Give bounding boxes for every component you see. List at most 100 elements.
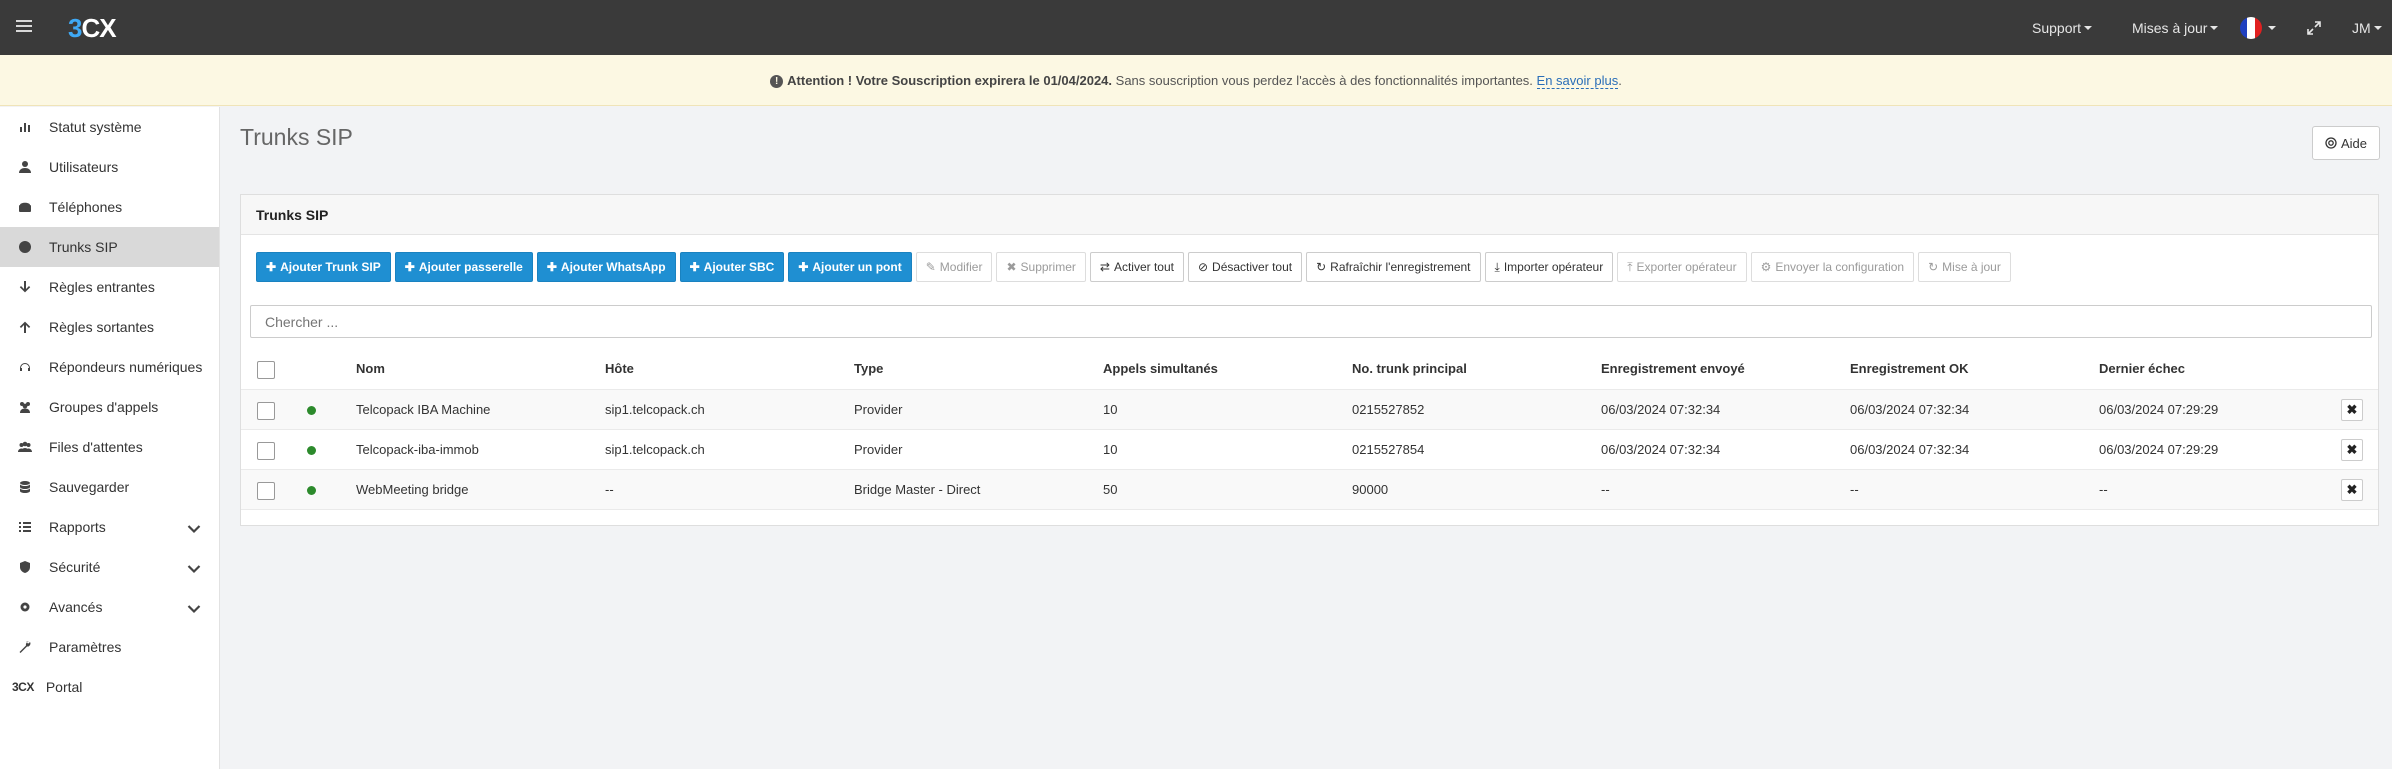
group-icon	[18, 440, 32, 454]
button-mise-a-jour[interactable]: ↻ Mise à jour	[1918, 252, 2011, 282]
table-row[interactable]: WebMeeting bridge -- Bridge Master - Direc…	[241, 470, 2378, 510]
button-ajouter-trunk-sip[interactable]: ✚ Ajouter Trunk SIP	[256, 252, 391, 282]
button-modifier[interactable]: ✎ Modifier	[915, 252, 993, 282]
button-envoyer-la-configuration[interactable]: ⚙ Envoyer la configuration	[1750, 252, 1915, 282]
sidebar-item-label: Paramètres	[49, 639, 122, 655]
sidebar-item-files-d-attentes[interactable]: Files d'attentes	[0, 427, 219, 467]
column-header[interactable]: Appels simultanés	[1103, 349, 1218, 389]
sidebar-item-label: Trunks SIP	[49, 239, 118, 255]
user-menu[interactable]: JM	[2352, 0, 2382, 55]
refresh-icon: ↻	[1316, 260, 1327, 274]
headset-icon	[18, 360, 32, 374]
button-ajouter-un-pont[interactable]: ✚ Ajouter un pont	[788, 252, 912, 282]
button-ajouter-whatsapp[interactable]: ✚ Ajouter WhatsApp	[536, 252, 676, 282]
column-header[interactable]: Dernier échec	[2099, 349, 2185, 389]
sidebar-item-groupes-d-appels[interactable]: Groupes d'appels	[0, 387, 219, 427]
gear-icon	[18, 600, 32, 614]
table-cell: 06/03/2024 07:32:34	[1601, 402, 1721, 417]
caret-down-icon	[2268, 25, 2276, 30]
fullscreen-button[interactable]	[2307, 0, 2321, 55]
brand-logo[interactable]: 3CX	[68, 13, 117, 44]
table-row[interactable]: Telcopack IBA Machine sip1.telcopack.ch Pr…	[241, 390, 2378, 430]
sidebar-item-regles-entrantes[interactable]: Règles entrantes	[0, 267, 219, 307]
sidebar-item-label: Règles sortantes	[49, 319, 155, 335]
button-label: Activer tout	[1113, 260, 1174, 274]
support-label: Support	[2032, 19, 2082, 36]
table-cell: 10	[1103, 442, 1118, 457]
chevron-down-icon	[187, 521, 201, 537]
sidebar-item-telephones[interactable]: Téléphones	[0, 187, 219, 227]
pencil-icon: ✎	[925, 260, 936, 274]
row-checkbox[interactable]	[257, 402, 275, 420]
trunks-panel: Trunks SIP ✚ Ajouter Trunk SIP ✚ Ajouter pa…	[240, 194, 2379, 526]
alert-prefix: Attention ! Votre Souscription expirera …	[787, 73, 1113, 88]
sidebar-item-repondeurs-numeriques[interactable]: Répondeurs numériques	[0, 347, 219, 387]
button-label: Exporter opérateur	[1636, 260, 1737, 274]
sidebar-item-regles-sortantes[interactable]: Règles sortantes	[0, 307, 219, 347]
learn-more-link[interactable]: En savoir plus	[1536, 73, 1619, 89]
table-cell: --	[1850, 482, 1859, 497]
delete-row-icon[interactable]: ✖	[2341, 479, 2363, 501]
menu-icon[interactable]	[16, 20, 32, 34]
table-cell: 50	[1103, 482, 1118, 497]
table-cell: 06/03/2024 07:32:34	[1850, 442, 1970, 457]
button-label: Désactiver tout	[1212, 260, 1293, 274]
sidebar-item-sauvegarder[interactable]: Sauvegarder	[0, 467, 219, 507]
sidebar-item-trunks-sip[interactable]: Trunks SIP	[0, 227, 219, 267]
button-label: Ajouter Trunk SIP	[280, 260, 381, 274]
select-all-checkbox[interactable]	[257, 361, 275, 379]
table-cell: --	[1601, 482, 1610, 497]
ban-icon: ⊘	[1197, 260, 1209, 274]
column-header[interactable]: Hôte	[605, 349, 634, 389]
button-ajouter-sbc[interactable]: ✚ Ajouter SBC	[679, 252, 785, 282]
button-label: Supprimer	[1020, 260, 1076, 274]
sidebar-item-statut-systeme[interactable]: Statut système	[0, 107, 219, 147]
chevron-down-icon	[187, 601, 201, 617]
sidebar-item-securite[interactable]: Sécurité	[0, 547, 219, 587]
sidebar-item-label: Portal	[45, 679, 83, 695]
wrench-icon	[18, 640, 32, 654]
help-button[interactable]: Aide	[2312, 126, 2380, 160]
row-checkbox[interactable]	[257, 442, 275, 460]
table-cell: Provider	[854, 442, 903, 457]
table-header: Nom Hôte Type Appels simultanés No. trunk pr…	[241, 349, 2378, 390]
button-activer-tout[interactable]: ⇄ Activer tout	[1089, 252, 1184, 282]
sidebar-item-avances[interactable]: Avancés	[0, 587, 219, 627]
plus-icon: ✚	[689, 260, 700, 274]
status-dot	[307, 446, 316, 455]
sidebar-item-label: Avancés	[49, 599, 103, 615]
sidebar-item-label: Utilisateurs	[49, 159, 119, 175]
button-label: Modifier	[939, 260, 983, 274]
column-header[interactable]: Enregistrement OK	[1850, 349, 1968, 389]
table-cell: sip1.telcopack.ch	[605, 402, 705, 417]
column-header[interactable]: No. trunk principal	[1352, 349, 1467, 389]
sidebar-item-label: Règles entrantes	[49, 279, 155, 295]
table-cell: Telcopack-iba-immob	[356, 442, 479, 457]
button-rafraichir-l-enregistrement[interactable]: ↻ Rafraîchir l'enregistrement	[1306, 252, 1481, 282]
column-header[interactable]: Enregistrement envoyé	[1601, 349, 1745, 389]
database-icon	[18, 480, 32, 494]
trunks-table: Nom Hôte Type Appels simultanés No. trunk pr…	[241, 349, 2378, 510]
table-row[interactable]: Telcopack-iba-immob sip1.telcopack.ch Prov…	[241, 430, 2378, 470]
table-cell: 90000	[1352, 482, 1389, 497]
upload-icon: ⤒	[1627, 259, 1633, 274]
button-importer-operateur[interactable]: ⤓ Importer opérateur	[1484, 252, 1614, 282]
button-desactiver-tout[interactable]: ⊘ Désactiver tout	[1187, 252, 1303, 282]
language-menu[interactable]	[2240, 0, 2276, 55]
sidebar-item-portal[interactable]: 3CX Portal	[0, 667, 219, 707]
button-exporter-operateur[interactable]: ⤒ Exporter opérateur	[1617, 252, 1747, 282]
sidebar-item-rapports[interactable]: Rapports	[0, 507, 219, 547]
button-supprimer[interactable]: ✖ Supprimer	[996, 252, 1086, 282]
sidebar-item-utilisateurs[interactable]: Utilisateurs	[0, 147, 219, 187]
column-header[interactable]: Type	[854, 349, 883, 389]
delete-row-icon[interactable]: ✖	[2341, 439, 2363, 461]
column-header[interactable]: Nom	[356, 349, 385, 389]
sidebar-item-parametres[interactable]: Paramètres	[0, 627, 219, 667]
support-menu[interactable]: Support	[2032, 0, 2093, 55]
delete-row-icon[interactable]: ✖	[2341, 399, 2363, 421]
row-checkbox[interactable]	[257, 482, 275, 500]
updates-menu[interactable]: Mises à jour	[2132, 0, 2219, 55]
search-input[interactable]	[250, 305, 2372, 338]
expand-icon	[2307, 20, 2321, 35]
button-ajouter-passerelle[interactable]: ✚ Ajouter passerelle	[394, 252, 533, 282]
